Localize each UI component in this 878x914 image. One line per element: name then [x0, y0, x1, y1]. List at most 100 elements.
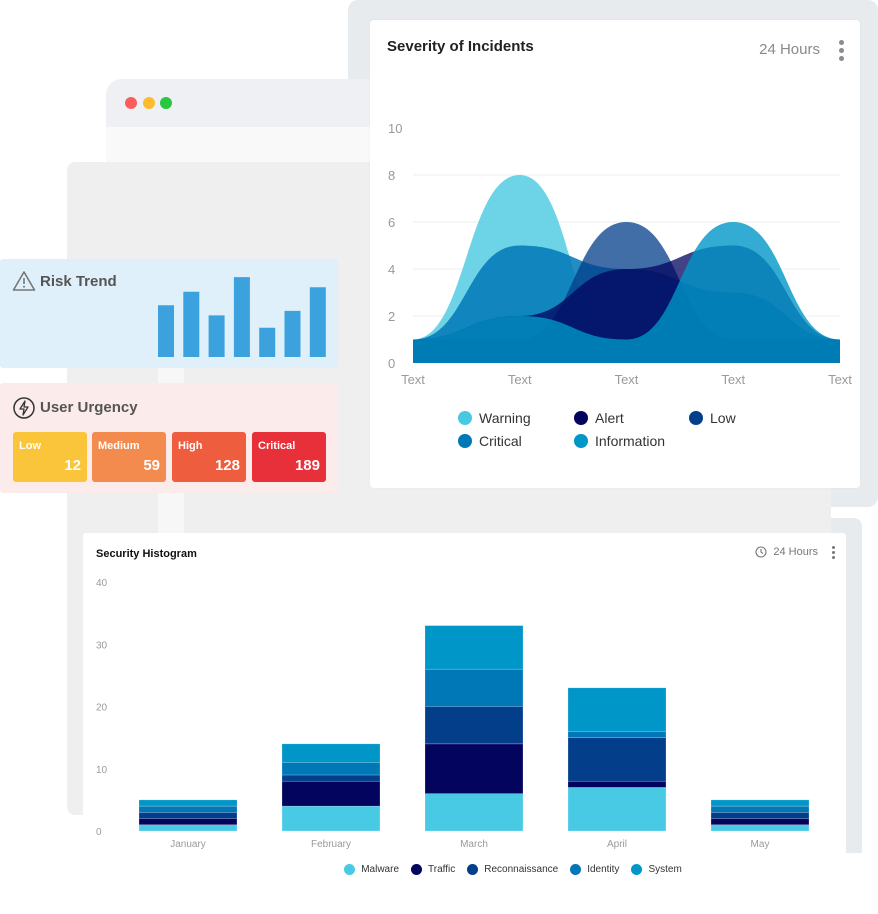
y-tick-label: 4: [388, 262, 395, 277]
bar-segment-identity: [281, 762, 381, 776]
legend-swatch: [631, 864, 643, 875]
bar-segment-system: [138, 799, 238, 807]
legend-swatch: [458, 434, 472, 448]
severity-card-title: Severity of Incidents: [387, 38, 534, 55]
window-close-button[interactable]: [125, 97, 137, 109]
kebab-menu-icon[interactable]: [839, 40, 844, 61]
bar-segment-reconnaissance: [710, 812, 810, 819]
urgency-tile-critical[interactable]: Critical 189: [252, 432, 326, 482]
urgency-tile-medium[interactable]: Medium 59: [92, 432, 166, 482]
bar-segment-traffic: [567, 780, 667, 788]
urgency-label: Low: [19, 440, 41, 452]
severity-period-selector[interactable]: 24 Hours: [759, 41, 820, 58]
warning-triangle-icon: [12, 271, 36, 291]
browser-title-bar: [106, 79, 406, 127]
urgency-count: 59: [143, 457, 160, 474]
y-tick-label: 0: [96, 827, 102, 838]
x-tick-label: May: [751, 839, 770, 850]
y-tick-label: 2: [388, 309, 395, 324]
legend-swatch: [467, 864, 479, 875]
legend-label: System: [648, 864, 682, 875]
histogram-legend: Malware Traffic Reconnaissance Identity Syst…: [173, 864, 853, 875]
legend-item-low[interactable]: Low: [689, 410, 769, 426]
x-tick-label: Text: [508, 372, 532, 387]
x-tick-label: Text: [615, 372, 639, 387]
y-tick-label: 30: [96, 640, 108, 651]
bar-segment-identity: [424, 668, 524, 707]
bar-segment-reconnaissance: [138, 812, 238, 819]
bar-segment-traffic: [710, 818, 810, 826]
x-tick-label: Text: [828, 372, 852, 387]
risk-trend-bar: [233, 277, 250, 357]
y-tick-label: 20: [96, 703, 108, 714]
risk-trend-bar: [183, 291, 200, 357]
bar-segment-malware: [281, 805, 381, 832]
legend-swatch: [411, 864, 423, 875]
severity-area-chart: 0 2 4 6 8 10 Text Text Text Text Text: [388, 121, 852, 387]
legend-item-malware[interactable]: Malware: [344, 864, 399, 875]
security-stacked-bar-chart: 0 10 20 30 40 January February March April May: [96, 578, 810, 850]
bar-segment-malware: [424, 793, 524, 832]
legend-item-information[interactable]: Information: [574, 433, 689, 449]
risk-trend-bar: [158, 305, 174, 357]
x-tick-label: January: [170, 839, 206, 850]
bar-segment-malware: [138, 824, 238, 832]
bar-segment-reconnaissance: [567, 737, 667, 782]
urgency-count: 189: [294, 457, 320, 474]
risk-trend-title: Risk Trend: [40, 273, 117, 290]
window-minimize-button[interactable]: [143, 97, 155, 109]
legend-swatch: [574, 434, 588, 448]
legend-item-traffic[interactable]: Traffic: [411, 864, 455, 875]
legend-item-alert[interactable]: Alert: [574, 410, 689, 426]
bar-segment-system: [281, 743, 381, 763]
bar-segment-system: [424, 625, 524, 670]
bar-segment-identity: [710, 805, 810, 813]
y-tick-label: 10: [96, 765, 108, 776]
y-tick-label: 40: [96, 578, 108, 589]
legend-label: Malware: [361, 864, 400, 875]
legend-item-warning[interactable]: Warning: [458, 410, 574, 426]
bar-segment-traffic: [424, 743, 524, 794]
y-tick-label: 0: [388, 356, 395, 371]
bar-segment-malware: [567, 787, 667, 832]
legend-item-critical[interactable]: Critical: [458, 433, 574, 449]
legend-swatch: [458, 411, 472, 425]
y-tick-label: 8: [388, 168, 395, 183]
severity-of-incidents-card: Severity of Incidents 24 Hours 0 2 4 6 8 10 Te…: [370, 20, 860, 488]
legend-label: Identity: [587, 864, 620, 875]
urgency-label: Critical: [258, 440, 296, 452]
y-tick-label: 6: [388, 215, 395, 230]
x-tick-label: April: [607, 839, 627, 850]
bar-segment-reconnaissance: [281, 774, 381, 782]
lightning-bolt-icon: [13, 397, 35, 419]
urgency-label: High: [178, 440, 203, 452]
legend-label: Reconnaissance: [484, 864, 559, 875]
user-urgency-title: User Urgency: [40, 399, 138, 416]
risk-trend-bar: [309, 287, 326, 357]
risk-trend-bar: [259, 327, 276, 357]
x-tick-label: Text: [401, 372, 425, 387]
x-tick-label: March: [460, 839, 488, 850]
x-tick-label: February: [311, 839, 351, 850]
user-urgency-card: User Urgency Low 12 Medium 59 High 128 C…: [0, 383, 338, 493]
legend-item-system[interactable]: System: [631, 864, 682, 875]
window-maximize-button[interactable]: [160, 97, 172, 109]
legend-swatch: [570, 864, 582, 875]
legend-label: Traffic: [428, 864, 456, 875]
bar-segment-identity: [567, 731, 667, 738]
legend-label: Warning: [479, 410, 531, 426]
legend-label: Information: [595, 433, 666, 449]
risk-trend-bar: [208, 315, 225, 357]
legend-label: Alert: [595, 410, 624, 426]
risk-trend-sparkbars: [158, 277, 326, 357]
urgency-tile-low[interactable]: Low 12: [13, 432, 87, 482]
bar-segment-reconnaissance: [424, 706, 524, 745]
legend-item-reconnaissance[interactable]: Reconnaissance: [467, 864, 558, 875]
bar-segment-identity: [138, 805, 238, 813]
y-tick-label: 10: [388, 121, 402, 136]
severity-legend: Warning Alert Low Critical Information: [458, 410, 778, 449]
legend-item-identity[interactable]: Identity: [570, 864, 619, 875]
urgency-tile-high[interactable]: High 128: [172, 432, 246, 482]
bar-segment-traffic: [281, 780, 381, 807]
risk-trend-card: Risk Trend: [0, 259, 338, 368]
